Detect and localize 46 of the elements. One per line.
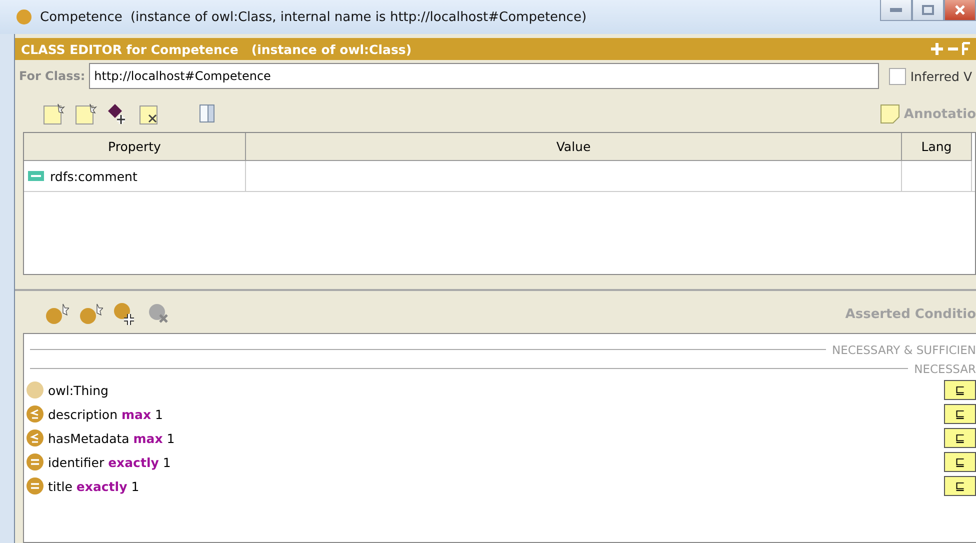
class-circle-icon bbox=[16, 9, 32, 25]
restriction-icon bbox=[26, 405, 44, 423]
add-class-icon[interactable] bbox=[45, 303, 69, 325]
new-document-icon[interactable] bbox=[75, 103, 97, 125]
window-subtitle: (instance of owl:Class, internal name is http://localhost#Competence) bbox=[130, 10, 587, 24]
inferred-label: Inferred V bbox=[910, 68, 972, 84]
restriction-icon bbox=[26, 429, 44, 447]
subclass-button[interactable]: ⊑ bbox=[944, 428, 976, 448]
inferred-checkbox[interactable] bbox=[889, 68, 906, 84]
section-label: NECESSAR bbox=[914, 362, 976, 376]
minimize-icon bbox=[890, 8, 902, 12]
subclass-button[interactable]: ⊑ bbox=[944, 404, 976, 424]
for-class-field[interactable]: http://localhost#Competence bbox=[89, 63, 880, 89]
add-restriction-icon[interactable] bbox=[79, 303, 103, 325]
close-button[interactable] bbox=[944, 0, 976, 21]
editor-subtitle: (instance of owl:Class) bbox=[250, 42, 412, 56]
section-label: NECESSARY & SUFFICIEN bbox=[832, 342, 976, 356]
close-icon bbox=[955, 5, 965, 15]
plus-icon[interactable] bbox=[930, 42, 944, 56]
note-icon bbox=[880, 104, 900, 124]
new-annotation-icon[interactable] bbox=[43, 103, 65, 125]
subclass-button[interactable]: ⊑ bbox=[944, 380, 976, 400]
minimize-button[interactable] bbox=[880, 0, 912, 21]
conditions-label: Asserted Conditio bbox=[845, 306, 976, 322]
table-cell: rdfs:comment bbox=[50, 168, 138, 184]
maximize-button[interactable] bbox=[912, 0, 944, 21]
column-header[interactable]: Property bbox=[24, 133, 246, 161]
condition-text: identifier exactly 1 bbox=[48, 454, 171, 470]
window-title: Competence bbox=[40, 10, 122, 24]
annotations-label: Annotatio bbox=[904, 106, 976, 122]
add-circle-icon[interactable] bbox=[113, 302, 137, 326]
subclass-button[interactable]: ⊑ bbox=[944, 452, 976, 472]
column-header[interactable]: Lang bbox=[902, 133, 972, 161]
condition-text: title exactly 1 bbox=[48, 478, 140, 494]
condition-text: owl:Thing bbox=[48, 382, 108, 398]
condition-text: description max 1 bbox=[48, 406, 163, 422]
column-header[interactable]: Value bbox=[246, 133, 902, 161]
for-class-label: For Class: bbox=[19, 69, 86, 83]
maximize-icon bbox=[922, 5, 934, 15]
class-circle-icon bbox=[26, 381, 44, 399]
editor-title: CLASS EDITOR for Competence bbox=[21, 42, 238, 56]
subclass-button[interactable]: ⊑ bbox=[944, 476, 976, 496]
restriction-icon bbox=[26, 477, 44, 495]
property-icon bbox=[28, 171, 44, 181]
restriction-icon bbox=[26, 453, 44, 471]
condition-text: hasMetadata max 1 bbox=[48, 430, 175, 446]
